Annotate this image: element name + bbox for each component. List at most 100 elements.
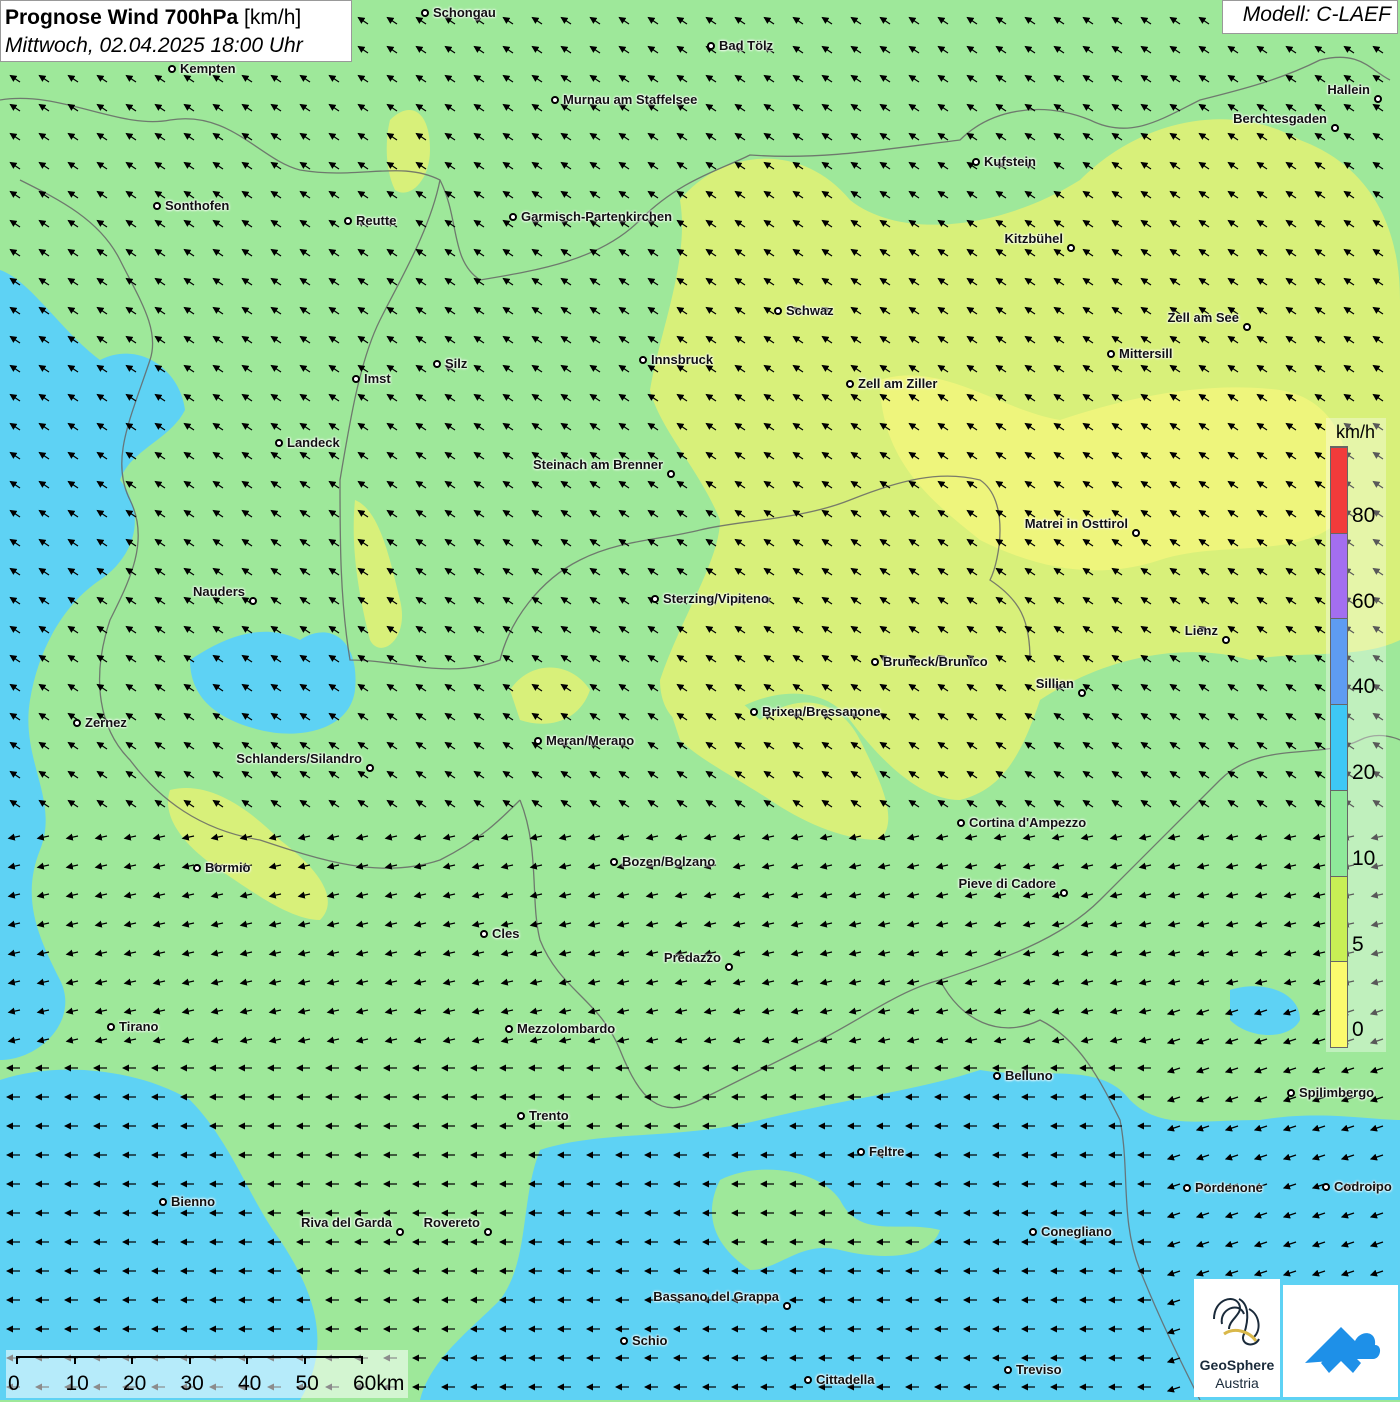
city-marker (725, 963, 733, 971)
city-label: Codroipo (1334, 1179, 1392, 1194)
city-label: Lienz (1184, 623, 1218, 638)
city-label: Bassano del Grappa (653, 1289, 779, 1304)
city-label: Meran/Merano (546, 733, 635, 748)
geosphere-logo: GeoSphere Austria (1194, 1279, 1280, 1397)
scale-label: 20 (123, 1372, 147, 1395)
city-marker (249, 597, 257, 605)
city-marker (193, 864, 201, 872)
city-label: Cortina d'Ampezzo (969, 815, 1087, 830)
city-marker (1107, 350, 1115, 358)
city-marker (433, 360, 441, 368)
city-marker (993, 1072, 1001, 1080)
geosphere-name: GeoSphere (1199, 1357, 1275, 1373)
city-label: Matrei in Osttirol (1024, 516, 1128, 531)
legend-swatch (1331, 704, 1347, 790)
legend-label: 60 (1352, 589, 1376, 613)
city-marker (480, 930, 488, 938)
legend-swatch (1331, 532, 1347, 619)
city-marker (667, 470, 675, 478)
city-label: Cittadella (816, 1372, 875, 1387)
city-label: Steinach am Brenner (532, 457, 663, 472)
forecast-datetime: Mittwoch, 02.04.2025 18:00 Uhr (5, 34, 303, 57)
city-marker (484, 1228, 492, 1236)
legend-unit: km/h (1336, 422, 1376, 442)
city-label: Bormio (205, 860, 251, 875)
city-marker (651, 595, 659, 603)
city-marker (1322, 1183, 1330, 1191)
city-marker (1183, 1184, 1191, 1192)
city-label: Trento (529, 1108, 569, 1123)
city-label: Silz (445, 356, 468, 371)
city-marker (846, 380, 854, 388)
scale-tick (188, 1356, 191, 1364)
scale-label: 0 (8, 1372, 20, 1395)
city-label: Zernez (85, 715, 127, 730)
scale-bar: 0 10 20 30 40 50 60km (6, 1350, 408, 1398)
city-label: Innsbruck (651, 352, 714, 367)
city-marker (73, 719, 81, 727)
city-marker (639, 356, 647, 364)
legend-swatch (1331, 789, 1347, 876)
city-marker (509, 213, 517, 221)
city-marker (783, 1302, 791, 1310)
legend-colorbar (1330, 446, 1348, 1048)
city-label: Zell am See (1167, 310, 1239, 325)
city-label: Riva del Garda (300, 1215, 392, 1230)
city-marker (396, 1228, 404, 1236)
city-label: Schongau (433, 5, 496, 20)
model-label: Modell: C-LAEF (1222, 0, 1398, 34)
city-label: Sterzing/Vipiteno (663, 591, 769, 606)
city-label: Tirano (119, 1019, 159, 1034)
city-label: Hallein (1327, 82, 1370, 97)
city-label: Rovereto (423, 1215, 480, 1230)
city-marker (620, 1337, 628, 1345)
city-marker (421, 9, 429, 17)
scale-label: 40 (238, 1372, 262, 1395)
legend-label: 20 (1352, 761, 1376, 785)
legend: km/h 80 60 40 20 10 5 0 (1326, 418, 1386, 1052)
scale-tick (73, 1356, 76, 1364)
city-label: Zell am Ziller (858, 376, 938, 391)
city-marker (1132, 529, 1140, 537)
city-marker (107, 1023, 115, 1031)
city-marker (1287, 1089, 1295, 1097)
city-label: Sillian (1035, 676, 1074, 691)
city-label: Imst (364, 371, 391, 386)
city-label: Belluno (1005, 1068, 1053, 1083)
city-marker (275, 439, 283, 447)
legend-swatch (1331, 618, 1347, 705)
city-marker (610, 858, 618, 866)
city-label: Schio (632, 1333, 668, 1348)
city-marker (534, 737, 542, 745)
legend-label: 5 (1352, 932, 1364, 956)
city-label: Kitzbühel (1004, 231, 1064, 246)
legend-label: 40 (1352, 675, 1376, 699)
city-label: Bozen/Bolzano (622, 854, 716, 869)
city-label: Bruneck/Brunico (883, 654, 988, 669)
city-marker (159, 1198, 167, 1206)
city-label: Feltre (869, 1144, 905, 1159)
city-marker (1222, 636, 1230, 644)
city-marker (1374, 95, 1382, 103)
city-label: Treviso (1016, 1362, 1062, 1377)
city-label: Berchtesgaden (1233, 111, 1327, 126)
city-marker (505, 1025, 513, 1033)
city-marker (774, 307, 782, 315)
city-label: Schlanders/Silandro (236, 751, 362, 766)
city-label: Kufstein (984, 154, 1036, 169)
scale-label: 50 (295, 1372, 319, 1395)
city-marker (871, 658, 879, 666)
scale-tick (16, 1356, 18, 1364)
legend-label: 80 (1352, 504, 1376, 527)
city-marker (804, 1376, 812, 1384)
city-marker (1029, 1228, 1037, 1236)
city-marker (1243, 323, 1251, 331)
city-label: Predazzo (663, 950, 721, 965)
scale-label: 60km (353, 1372, 405, 1395)
city-label: Reutte (356, 213, 397, 228)
legend-swatch (1331, 875, 1347, 962)
cloud-arrow-icon (1305, 1327, 1381, 1373)
map-title: Prognose Wind 700hPa [km/h] (5, 6, 302, 29)
legend-label: 0 (1352, 1018, 1364, 1042)
city-marker (957, 819, 965, 827)
